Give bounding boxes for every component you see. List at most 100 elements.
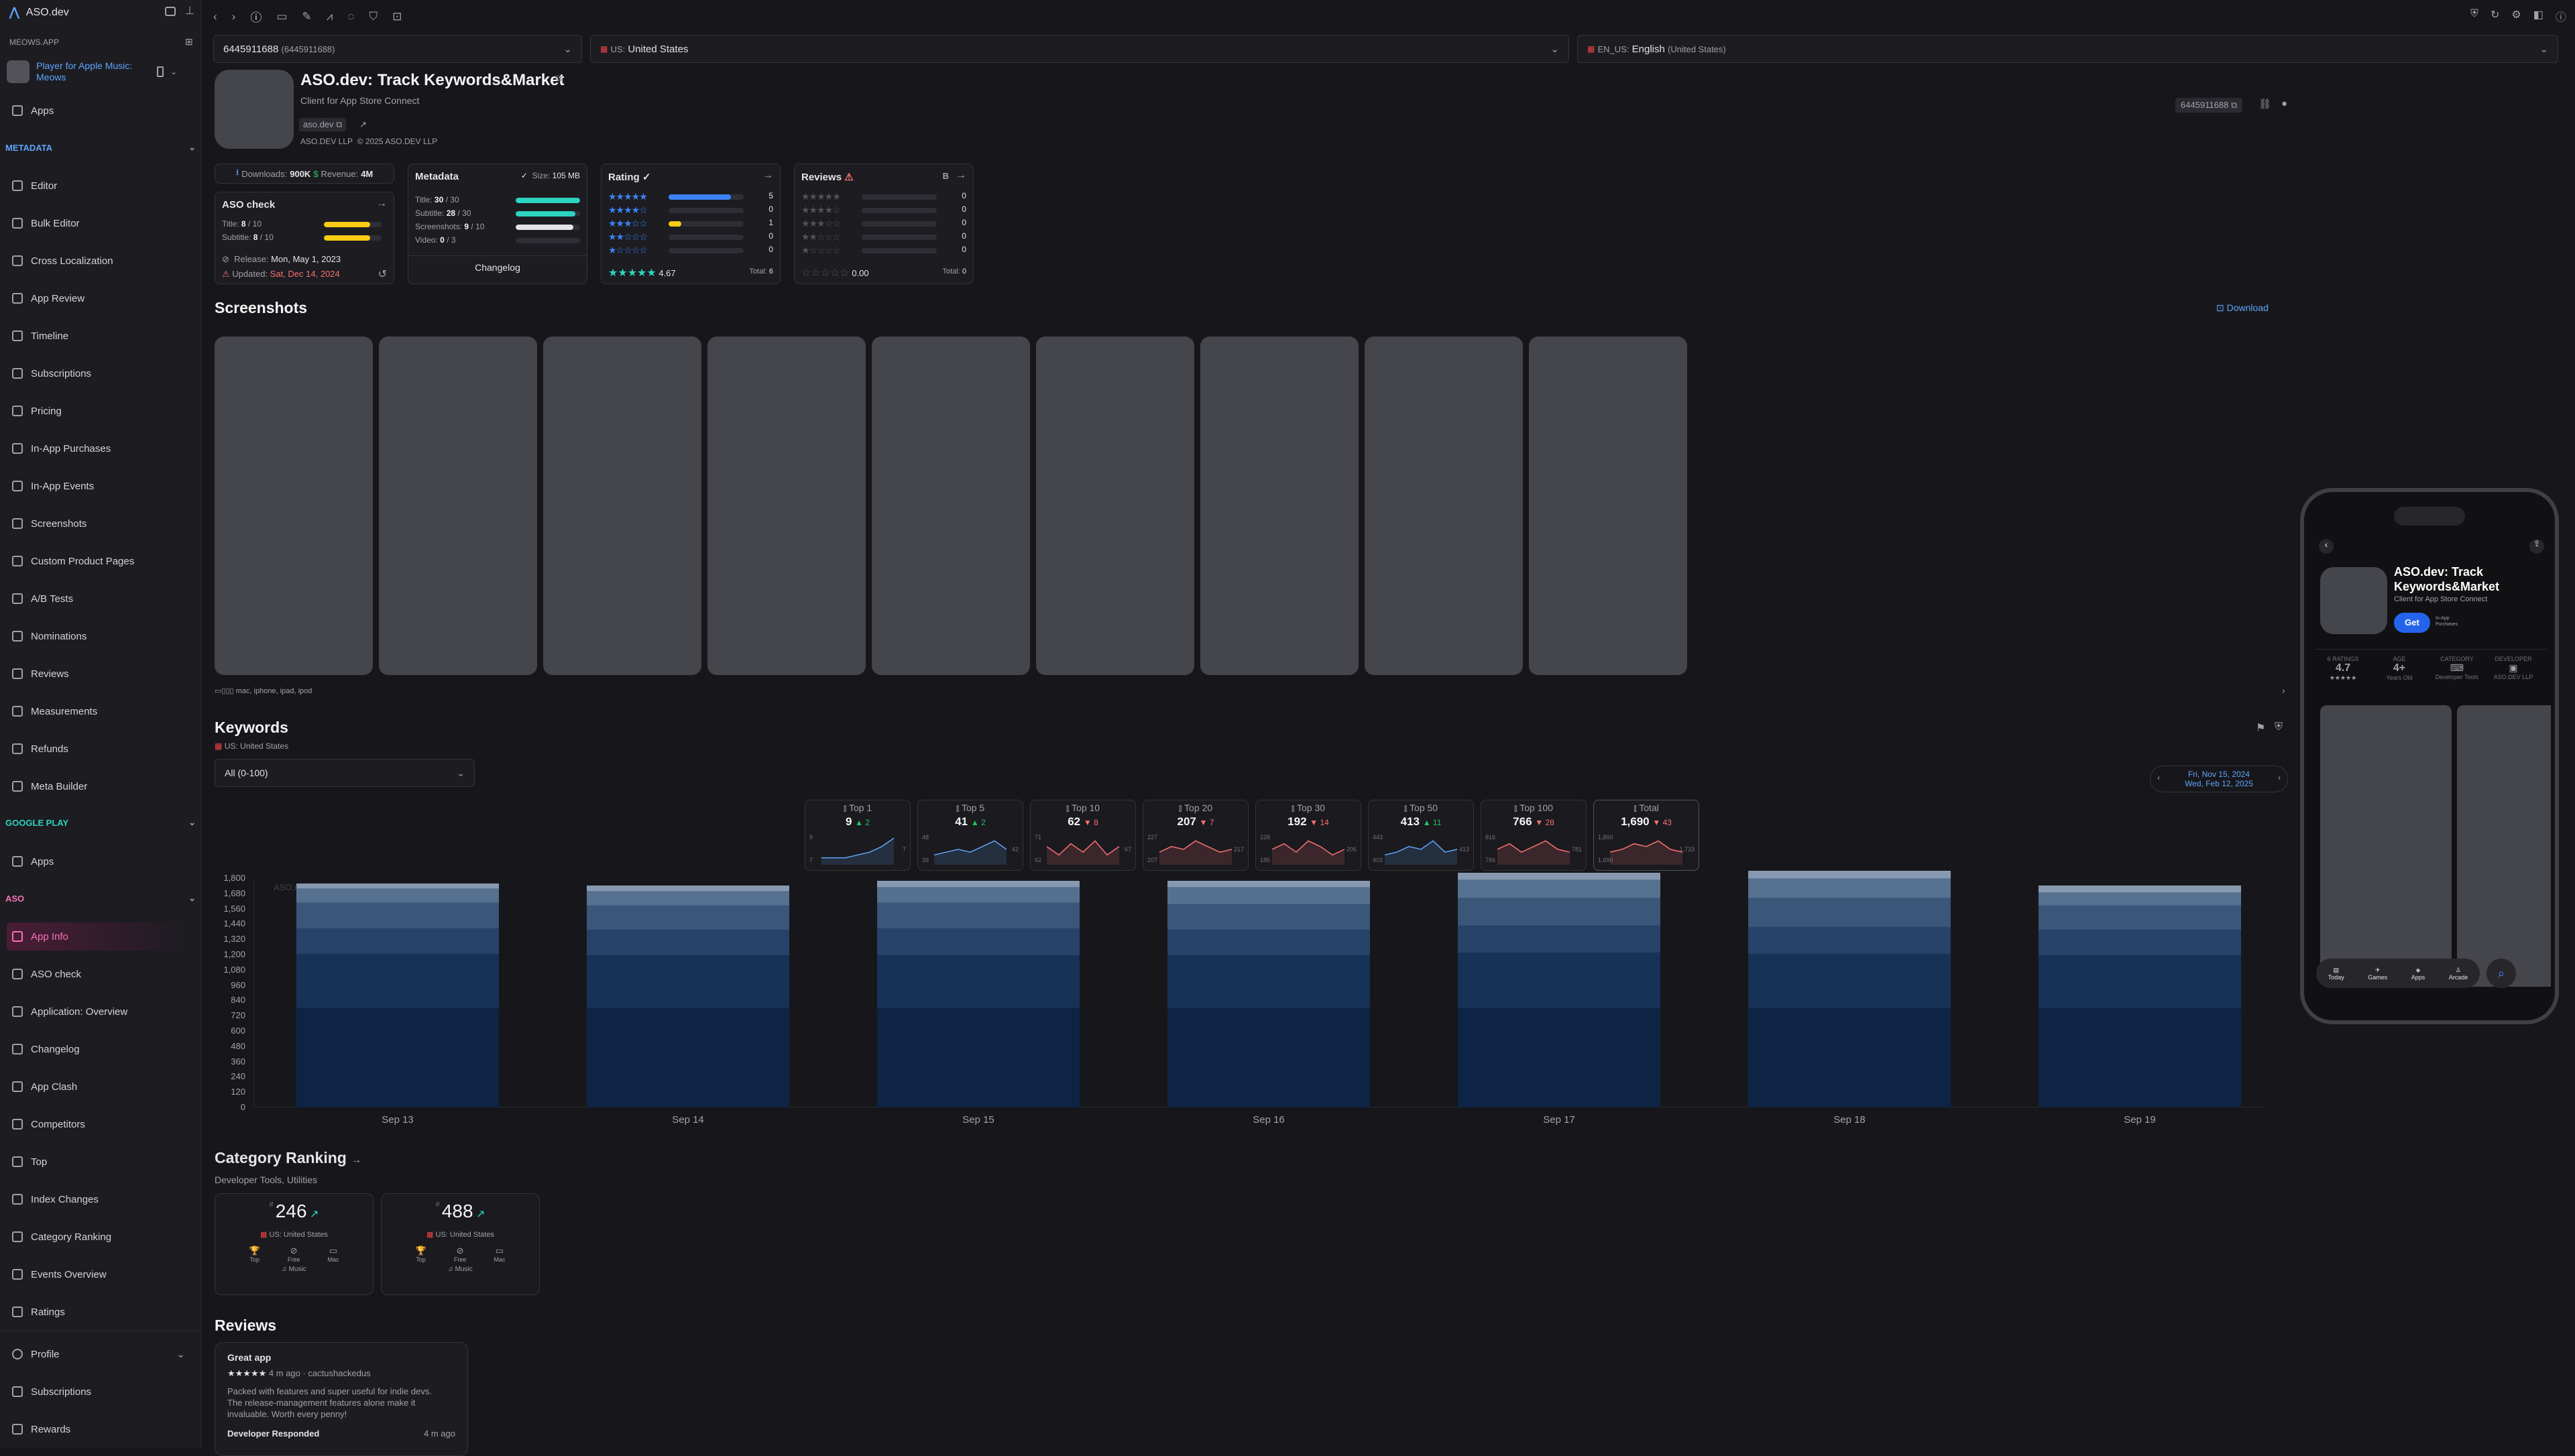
ranking-filter-mac[interactable]: ▭ Mac — [327, 1246, 339, 1263]
sidebar-item-changelog[interactable]: Changelog — [7, 1035, 194, 1063]
phone-tab-games[interactable]: ✈ Games — [2368, 967, 2387, 981]
sidebar-item-nominations[interactable]: Nominations — [7, 622, 194, 650]
phone-tab-apps[interactable]: ◈ Apps — [2411, 967, 2425, 981]
sidebar-item-application-overview[interactable]: Application: Overview — [7, 997, 194, 1026]
shield-icon[interactable]: ⛨ — [2470, 8, 2478, 24]
reviews-card[interactable]: Reviews ⚠ B → ★★★★★ 0 ★★★★☆ 0 ★★★☆☆ 0 ★★☆☆☆ 0 ★☆… — [794, 164, 974, 284]
sidebar-item-ratings[interactable]: Ratings — [7, 1298, 194, 1326]
refresh-icon[interactable]: ↻ — [2491, 8, 2499, 24]
sidebar-item-app-review[interactable]: App Review — [7, 284, 194, 312]
info-icon[interactable]: ⓘ — [250, 8, 262, 25]
sidebar-item-timeline[interactable]: Timeline — [7, 322, 194, 350]
keyword-range-select[interactable]: All (0-100) ⌄ — [215, 759, 475, 787]
keyword-tile-top-30[interactable]: ⫾ Top 30 192 ▼ 14 228 185 206 — [1255, 800, 1361, 871]
sidebar-item-rewards[interactable]: Rewards — [7, 1415, 194, 1443]
sidebar-item-measurements[interactable]: Measurements — [7, 697, 194, 725]
screenshot-placeholder[interactable] — [1200, 337, 1359, 675]
info-circle-icon[interactable]: ⓘ — [2556, 8, 2566, 24]
category-ranking-card[interactable]: # 246 ↗ ▦ US: United States 🏆 Top ⊘ Free ▭ Mac ♫… — [215, 1193, 374, 1295]
sidebar-item-competitors[interactable]: Competitors — [7, 1110, 194, 1138]
keyword-tile-top-50[interactable]: ⫾ Top 50 413 ▲ 11 443 403 413 — [1368, 800, 1474, 871]
copy-icon[interactable]: ⧉ — [555, 72, 562, 84]
apple-icon[interactable]: ● — [2281, 98, 2287, 109]
metadata-card[interactable]: Metadata ✓ Size: 105 MB Title: 30 / 30 Su… — [408, 164, 587, 284]
image-icon[interactable]: ▭ — [276, 10, 287, 23]
phone-tab-arcade[interactable]: ♙ Arcade — [2449, 967, 2468, 981]
flag-icon[interactable]: ⚑ — [2256, 721, 2265, 735]
brush-icon[interactable]: ✎ — [302, 10, 311, 23]
bag-icon[interactable]: ⛉ — [369, 10, 378, 23]
sidebar-item-editor[interactable]: Editor — [7, 172, 194, 200]
phone-get-button[interactable]: Get — [2394, 613, 2430, 633]
sidebar-item-apps[interactable]: Apps — [7, 97, 194, 125]
review-card[interactable]: Great app ★★★★★ 4 m ago · cactushackedus… — [215, 1342, 468, 1456]
ranking-filter-top[interactable]: 🏆 Top — [416, 1246, 426, 1263]
keyword-tile-top-10[interactable]: ⫾ Top 10 62 ▼ 8 71 62 67 — [1030, 800, 1136, 871]
app-url-badge[interactable]: aso.dev ⧉ — [299, 118, 347, 131]
ranking-filter-free[interactable]: ⊘ Free — [288, 1246, 300, 1263]
phone-tab-today[interactable]: ▤ Today — [2328, 967, 2344, 981]
link-icon[interactable]: ⛓ — [2258, 98, 2271, 110]
date-range-picker[interactable]: ‹ Fri, Nov 15, 2024 Wed, Feb 12, 2025 › — [2150, 766, 2288, 792]
changelog-button[interactable]: Changelog — [408, 262, 587, 273]
chevron-right-icon[interactable]: › — [2282, 685, 2285, 696]
sidebar-item-top[interactable]: Top — [7, 1148, 194, 1176]
history-icon[interactable]: ↺ — [378, 267, 387, 281]
category-ranking-heading[interactable]: Category Ranking → — [215, 1149, 361, 1167]
app-id-badge[interactable]: 6445911688 ⧉ — [2175, 98, 2243, 113]
sidebar-item-cross-localization[interactable]: Cross Localization — [7, 247, 194, 275]
sidebar-item-bulk-editor[interactable]: Bulk Editor — [7, 209, 194, 237]
sidebar-item-events-overview[interactable]: Events Overview — [7, 1260, 194, 1288]
sidebar-item-refunds[interactable]: Refunds — [7, 735, 194, 763]
ranking-filter-top[interactable]: 🏆 Top — [249, 1246, 260, 1263]
screenshot-placeholder[interactable] — [379, 337, 537, 675]
screenshot-placeholder[interactable] — [1365, 337, 1523, 675]
device-filter[interactable]: ▭▯▯▯ mac, iphone, ipad, ipod — [215, 686, 312, 695]
sidebar-item-category-ranking[interactable]: Category Ranking — [7, 1223, 194, 1251]
section-google-play[interactable]: GOOGLE PLAY ⌄ — [5, 817, 196, 828]
phone-search-button[interactable]: ⌕ — [2486, 959, 2516, 988]
sidebar-item-reviews[interactable]: Reviews — [7, 660, 194, 688]
pin-icon[interactable]: ⊥ — [185, 4, 194, 17]
sidebar-item-custom-product-pages[interactable]: Custom Product Pages — [7, 547, 194, 575]
sidebar-item-in-app-purchases[interactable]: In-App Purchases — [7, 434, 194, 463]
country-select[interactable]: ▦ US: United States ⌄ — [590, 35, 1569, 63]
sidebar-item-aso-check[interactable]: ASO check — [7, 960, 194, 988]
sidebar-item-app-clash[interactable]: App Clash — [7, 1073, 194, 1101]
chevron-right-icon[interactable]: › — [2278, 773, 2281, 782]
screenshot-placeholder[interactable] — [1529, 337, 1687, 675]
shield-icon[interactable]: ⛨ — [2275, 721, 2283, 733]
collapse-sidebar-icon[interactable] — [165, 7, 176, 16]
sidebar-item-pricing[interactable]: Pricing — [7, 397, 194, 425]
sidebar-item-profile[interactable]: Profile ⌄ — [7, 1340, 194, 1368]
workspace-settings-icon[interactable]: ⊞ — [185, 36, 193, 48]
section-metadata[interactable]: METADATA ⌄ — [5, 142, 196, 153]
section-aso[interactable]: ASO ⌄ — [5, 893, 196, 904]
aso-check-card[interactable]: ASO check → Title: 8 / 10 Subtitle: 8 / … — [215, 192, 394, 284]
sidebar-item-a-b-tests[interactable]: A/B Tests — [7, 585, 194, 613]
sidebar-item-meta-builder[interactable]: Meta Builder — [7, 772, 194, 800]
locale-select[interactable]: ▦ EN_US: English (United States) ⌄ — [1577, 35, 2558, 63]
screenshot-placeholder[interactable] — [215, 337, 373, 675]
chevron-left-icon[interactable]: ‹ — [2157, 773, 2160, 782]
keyword-tile-top-20[interactable]: ⫾ Top 20 207 ▼ 7 227 207 217 — [1143, 800, 1249, 871]
keyword-tile-total[interactable]: ⫾ Total 1,690 ▼ 43 1,800 1,690 1,733 — [1593, 800, 1699, 871]
external-link-icon[interactable]: ↗ — [359, 119, 367, 130]
sidebar-item-subscriptions[interactable]: Subscriptions — [7, 359, 194, 387]
keyword-tile-top-1[interactable]: ⫾ Top 19 ▲ 2977 — [805, 800, 911, 871]
ranking-filter-free[interactable]: ⊘ Free — [454, 1246, 467, 1263]
keyword-tile-top-100[interactable]: ⫾ Top 100 766 ▼ 28 816 766 781 — [1481, 800, 1587, 871]
screenshot-placeholder[interactable] — [543, 337, 701, 675]
gear-icon[interactable]: ⚙ — [2511, 8, 2521, 24]
sidebar-item-index-changes[interactable]: Index Changes — [7, 1185, 194, 1213]
share-icon[interactable]: ⇪ — [2529, 539, 2544, 554]
cart-icon[interactable]: ⊡ — [392, 10, 402, 23]
category-ranking-card[interactable]: # 488 ↗ ▦ US: United States 🏆 Top ⊘ Free ▭ Mac ♫… — [381, 1193, 540, 1295]
screenshot-placeholder[interactable] — [872, 337, 1030, 675]
app-switcher[interactable]: Player for Apple Music: Meows ⌄ — [7, 56, 194, 87]
sidebar-item-in-app-events[interactable]: In-App Events — [7, 472, 194, 500]
sidebar-item-gp-apps[interactable]: Apps — [7, 847, 194, 875]
panel-icon[interactable]: ◧ — [2533, 8, 2543, 24]
screenshots-download-button[interactable]: ⊡ Download — [2216, 302, 2269, 314]
back-icon[interactable]: ‹ — [2319, 539, 2334, 554]
